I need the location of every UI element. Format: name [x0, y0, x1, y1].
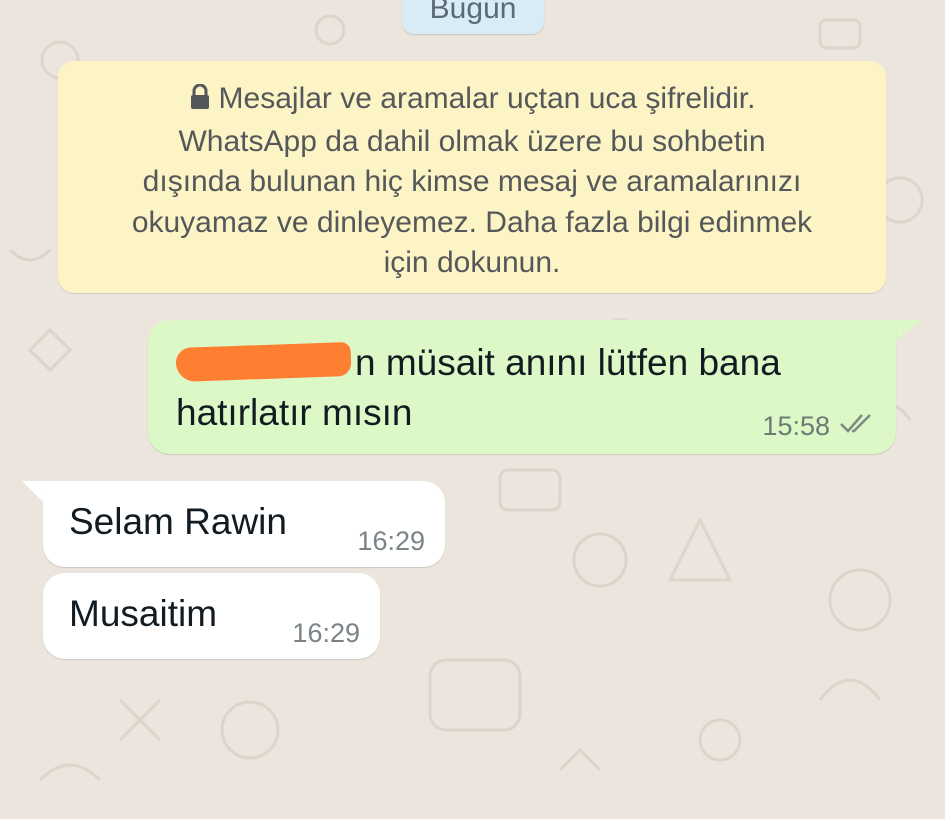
incoming-bubble-tail	[22, 481, 44, 503]
incoming-message[interactable]: Musaitim 16:29	[43, 573, 380, 659]
message-meta: 15:58	[762, 411, 878, 442]
message-text: Musaitim	[69, 593, 218, 634]
message-text: Selam Rawin	[69, 501, 287, 542]
incoming-message[interactable]: Selam Rawin 16:29	[43, 481, 445, 567]
message-text: n müsait anını lütfen bana hatırlatır mı…	[175, 341, 781, 433]
double-check-icon	[838, 411, 878, 442]
outgoing-bubble-tail	[893, 320, 923, 342]
redaction-mark	[175, 341, 352, 383]
date-separator: Bugün	[402, 0, 544, 34]
encryption-notice-line: WhatsApp da dahil olmak üzere bu sohbeti…	[178, 124, 766, 158]
lock-icon	[189, 81, 211, 122]
date-label: Bugün	[429, 0, 517, 25]
encryption-notice-line: Mesajlar ve aramalar uçtan uca şifrelidi…	[88, 79, 856, 122]
message-time: 15:58	[762, 411, 830, 441]
message-time: 16:29	[292, 618, 360, 648]
encryption-notice[interactable]: Mesajlar ve aramalar uçtan uca şifrelidi…	[58, 61, 886, 293]
encryption-notice-line: dışında bulunan hiç kimse mesaj ve arama…	[142, 165, 802, 198]
outgoing-message[interactable]: n müsait anını lütfen bana hatırlatır mı…	[148, 320, 896, 454]
encryption-notice-line: okuyamaz ve dinleyemez. Daha fazla bilgi…	[131, 205, 813, 239]
encryption-notice-line: için dokunun.	[383, 246, 561, 279]
message-time: 16:29	[357, 526, 425, 556]
